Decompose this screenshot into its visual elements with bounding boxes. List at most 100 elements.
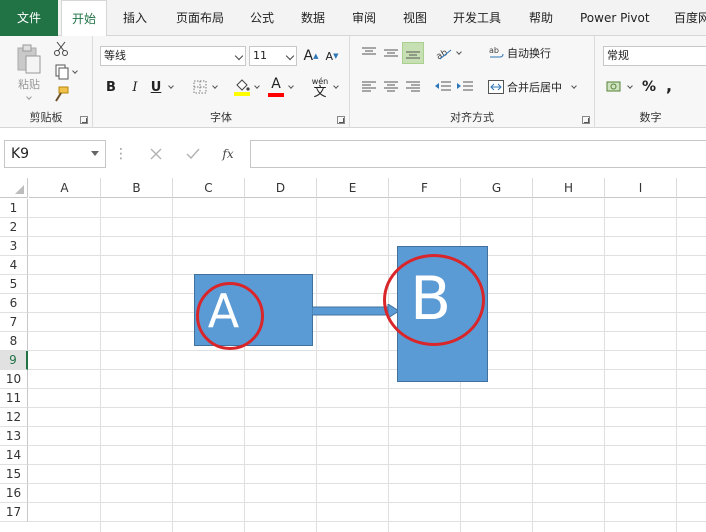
tab-home[interactable]: 开始 — [61, 0, 107, 37]
increase-indent-button[interactable] — [456, 78, 474, 96]
cancel-entry-button[interactable] — [146, 144, 166, 164]
clipboard-group-label: 剪贴板 — [29, 111, 63, 124]
font-name-dropdown[interactable]: 等线 — [100, 46, 246, 66]
tab-view[interactable]: 视图 — [403, 0, 427, 36]
tab-insert[interactable]: 插入 — [123, 0, 147, 36]
tab-developer[interactable]: 开发工具 — [453, 0, 501, 36]
row-header-3[interactable]: 3 — [0, 237, 28, 256]
row-header-15[interactable]: 15 — [0, 465, 28, 484]
accounting-format-button[interactable] — [605, 78, 625, 96]
row-header-13[interactable]: 13 — [0, 427, 28, 446]
column-header-j[interactable] — [677, 178, 706, 198]
name-box[interactable]: K9 — [4, 140, 106, 168]
row-header-2[interactable]: 2 — [0, 218, 28, 237]
wrap-text-button[interactable]: 自动换行 — [507, 44, 551, 62]
alignment-launcher-icon[interactable] — [582, 116, 590, 124]
copy-icon — [55, 64, 68, 80]
comma-style-button[interactable]: , — [663, 76, 675, 95]
increase-indent-icon — [457, 81, 473, 91]
text-orientation-icon: ab — [436, 48, 452, 60]
row-header-1[interactable]: 1 — [0, 199, 28, 218]
paste-icon — [17, 44, 41, 73]
row-header-7[interactable]: 7 — [0, 313, 28, 332]
row-header-11[interactable]: 11 — [0, 389, 28, 408]
highlight-circle-a — [196, 282, 264, 350]
row-header-5[interactable]: 5 — [0, 275, 28, 294]
merge-center-button[interactable]: 合并后居中 — [507, 78, 562, 96]
bottom-align-button[interactable] — [402, 42, 424, 64]
formula-input[interactable] — [250, 140, 706, 168]
underline-button[interactable]: U — [148, 78, 164, 96]
merge-center-icon-button[interactable] — [487, 77, 505, 97]
phonetic-icon: 文 — [313, 85, 327, 100]
orientation-button[interactable]: ab — [434, 44, 454, 62]
tab-power-pivot[interactable]: Power Pivot — [580, 0, 650, 36]
column-header-d[interactable]: D — [245, 178, 317, 198]
italic-button[interactable]: I — [127, 78, 143, 96]
tab-formulas[interactable]: 公式 — [250, 0, 274, 36]
format-painter-button[interactable] — [52, 85, 70, 103]
row-header-16[interactable]: 16 — [0, 484, 28, 503]
column-header-c[interactable]: C — [173, 178, 245, 198]
copy-button[interactable] — [52, 63, 78, 81]
font-size-dropdown[interactable]: 11 — [249, 46, 297, 66]
alignment-group: ab ab 自动换行 合并后居中 对齐方式 — [350, 36, 595, 128]
tab-baidu[interactable]: 百度网 — [674, 0, 706, 36]
bold-button[interactable]: B — [103, 78, 119, 96]
column-header-i[interactable]: I — [605, 178, 677, 198]
decrease-indent-button[interactable] — [434, 78, 452, 96]
column-header-g[interactable]: G — [461, 178, 533, 198]
svg-text:ab: ab — [489, 46, 499, 55]
row-header-4[interactable]: 4 — [0, 256, 28, 275]
formula-bar-grip-icon[interactable]: ⋮ — [114, 144, 128, 164]
fill-color-button[interactable] — [232, 76, 252, 98]
align-center-button[interactable] — [382, 78, 400, 96]
font-name-value: 等线 — [104, 49, 126, 62]
percent-style-button[interactable]: % — [641, 78, 657, 96]
font-color-icon: A — [271, 76, 281, 92]
clipboard-launcher-icon[interactable] — [80, 116, 88, 124]
font-color-button[interactable]: A — [267, 76, 285, 98]
row-header-14[interactable]: 14 — [0, 446, 28, 465]
ribbon: 粘贴 剪贴板 等线 11 A ▲ A ▼ B I U A wén 文 字体 ab… — [0, 36, 706, 128]
column-header-a[interactable]: A — [29, 178, 101, 198]
middle-align-button[interactable] — [382, 44, 400, 62]
tab-page-layout[interactable]: 页面布局 — [176, 0, 224, 36]
number-group: 常规 % , 数字 — [595, 36, 706, 128]
row-header-10[interactable]: 10 — [0, 370, 28, 389]
row-header-8[interactable]: 8 — [0, 332, 28, 351]
borders-button[interactable] — [190, 78, 210, 96]
column-header-e[interactable]: E — [317, 178, 389, 198]
tab-data[interactable]: 数据 — [301, 0, 325, 36]
row-header-17[interactable]: 17 — [0, 503, 28, 522]
row-header-9[interactable]: 9 — [0, 351, 28, 370]
highlight-circle-b — [383, 254, 485, 346]
borders-icon — [193, 80, 207, 94]
increase-font-button[interactable]: A ▲ — [302, 46, 320, 66]
select-all-button[interactable] — [0, 178, 28, 198]
wrap-text-icon-button[interactable]: ab — [487, 43, 505, 63]
tab-help[interactable]: 帮助 — [529, 0, 553, 36]
cut-button[interactable] — [52, 40, 70, 58]
paste-button[interactable]: 粘贴 — [10, 41, 48, 101]
row-header-12[interactable]: 12 — [0, 408, 28, 427]
align-left-button[interactable] — [360, 78, 378, 96]
row-header-6[interactable]: 6 — [0, 294, 28, 313]
column-header-h[interactable]: H — [533, 178, 605, 198]
middle-align-icon — [384, 49, 398, 57]
enter-entry-button[interactable] — [183, 144, 203, 164]
insert-function-button[interactable]: fx — [218, 144, 238, 164]
decrease-font-button[interactable]: A ▼ — [323, 46, 341, 66]
align-right-button[interactable] — [404, 78, 422, 96]
phonetic-guide-button[interactable]: wén 文 — [309, 74, 331, 100]
formula-bar: K9 ⋮ fx — [0, 128, 706, 178]
tab-review[interactable]: 审阅 — [352, 0, 376, 36]
tab-file[interactable]: 文件 — [0, 0, 58, 36]
column-header-b[interactable]: B — [101, 178, 173, 198]
number-format-dropdown[interactable]: 常规 — [603, 46, 706, 66]
wrap-text-icon: ab — [489, 46, 504, 58]
top-align-button[interactable] — [360, 44, 378, 62]
font-launcher-icon[interactable] — [337, 116, 345, 124]
column-header-f[interactable]: F — [389, 178, 461, 198]
name-box-dropdown-icon[interactable] — [91, 151, 99, 156]
